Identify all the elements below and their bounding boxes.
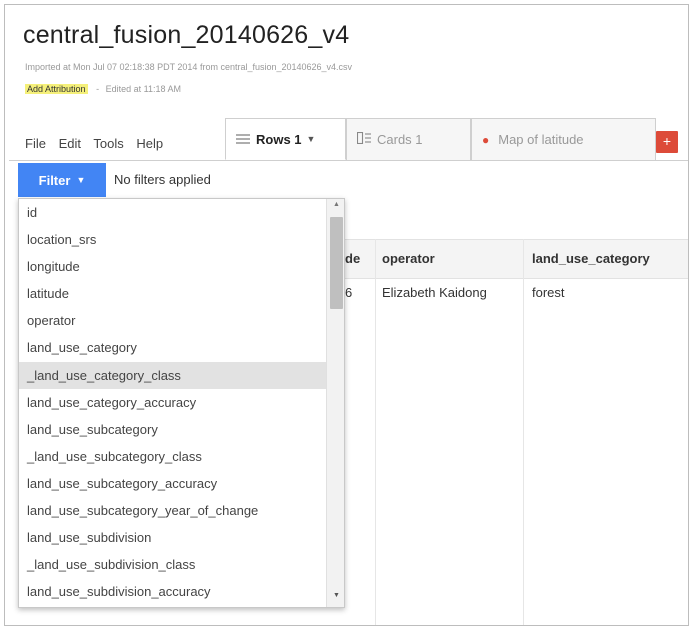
dropdown-item[interactable]: land_use_subdivision_accuracy: [19, 578, 326, 605]
caret-down-icon: ▼: [76, 175, 86, 185]
import-info: Imported at Mon Jul 07 02:18:38 PDT 2014…: [25, 62, 353, 72]
table-cell: 6: [345, 285, 353, 300]
table-cell: forest: [532, 285, 565, 300]
filter-status: No filters applied: [114, 172, 211, 187]
dropdown-item[interactable]: land_use_subdivision: [19, 524, 326, 551]
dropdown-item[interactable]: land_use_category: [19, 334, 326, 361]
column-divider: [375, 239, 376, 625]
dropdown-item[interactable]: location_srs: [19, 226, 326, 253]
tab-map[interactable]: ● Map of latitude: [471, 118, 656, 160]
attribution-row: Add Attribution - Edited at 11:18 AM: [25, 84, 181, 94]
rows-icon: [236, 132, 250, 147]
column-divider: [523, 239, 524, 625]
chevron-down-icon[interactable]: ▼: [307, 134, 316, 144]
menu-help[interactable]: Help: [136, 136, 163, 151]
add-tab-button[interactable]: +: [656, 131, 678, 153]
menu-bar: File Edit Tools Help: [25, 136, 172, 151]
tab-cards[interactable]: Cards 1: [346, 118, 471, 160]
menu-file[interactable]: File: [25, 136, 46, 151]
cards-icon: [356, 131, 371, 147]
dropdown-item[interactable]: operator: [19, 307, 326, 334]
scroll-up-icon[interactable]: ▲: [327, 201, 344, 208]
document-title[interactable]: central_fusion_20140626_v4: [23, 21, 349, 50]
scroll-down-icon[interactable]: ▼: [327, 592, 344, 599]
dropdown-item[interactable]: id: [19, 199, 326, 226]
attribution-separator: -: [96, 84, 100, 94]
dropdown-item[interactable]: land_use_category_accuracy: [19, 389, 326, 416]
dropdown-item[interactable]: land_use_subcategory_year_of_change: [19, 497, 326, 524]
tabs-divider: [9, 160, 688, 161]
dropdown-item[interactable]: latitude: [19, 280, 326, 307]
dropdown-scrollbar[interactable]: ▲ ▼: [326, 199, 344, 607]
table-header-cell[interactable]: land_use_category: [532, 251, 650, 266]
dropdown-item[interactable]: _land_use_subdivision_class: [19, 551, 326, 578]
menu-tools[interactable]: Tools: [93, 136, 123, 151]
edited-info: Edited at 11:18 AM: [105, 84, 181, 94]
tab-cards-label: Cards 1: [377, 132, 423, 147]
filter-button-label: Filter: [38, 172, 71, 188]
scrollbar-thumb[interactable]: [330, 217, 343, 309]
dropdown-item[interactable]: land_use_subcategory_accuracy: [19, 470, 326, 497]
tab-map-label: Map of latitude: [498, 132, 584, 147]
fusion-table-window: central_fusion_20140626_v4 Imported at M…: [4, 4, 689, 626]
dropdown-item[interactable]: land_use_subcategory: [19, 416, 326, 443]
table-header-cell[interactable]: de: [345, 251, 360, 266]
table-cell: Elizabeth Kaidong: [382, 285, 487, 300]
filter-column-dropdown[interactable]: id location_srs longitude latitude opera…: [18, 198, 345, 608]
filter-button[interactable]: Filter ▼: [18, 163, 106, 197]
map-pin-icon: ●: [482, 132, 490, 147]
table-header-cell[interactable]: operator: [382, 251, 435, 266]
add-attribution-link[interactable]: Add Attribution: [25, 84, 88, 94]
tab-rows-label: Rows 1: [256, 131, 302, 147]
menu-edit[interactable]: Edit: [59, 136, 81, 151]
dropdown-item[interactable]: _land_use_subcategory_class: [19, 443, 326, 470]
dropdown-item-highlighted[interactable]: _land_use_category_class: [19, 362, 326, 389]
tab-rows[interactable]: Rows 1 ▼: [225, 118, 346, 160]
dropdown-item[interactable]: longitude: [19, 253, 326, 280]
